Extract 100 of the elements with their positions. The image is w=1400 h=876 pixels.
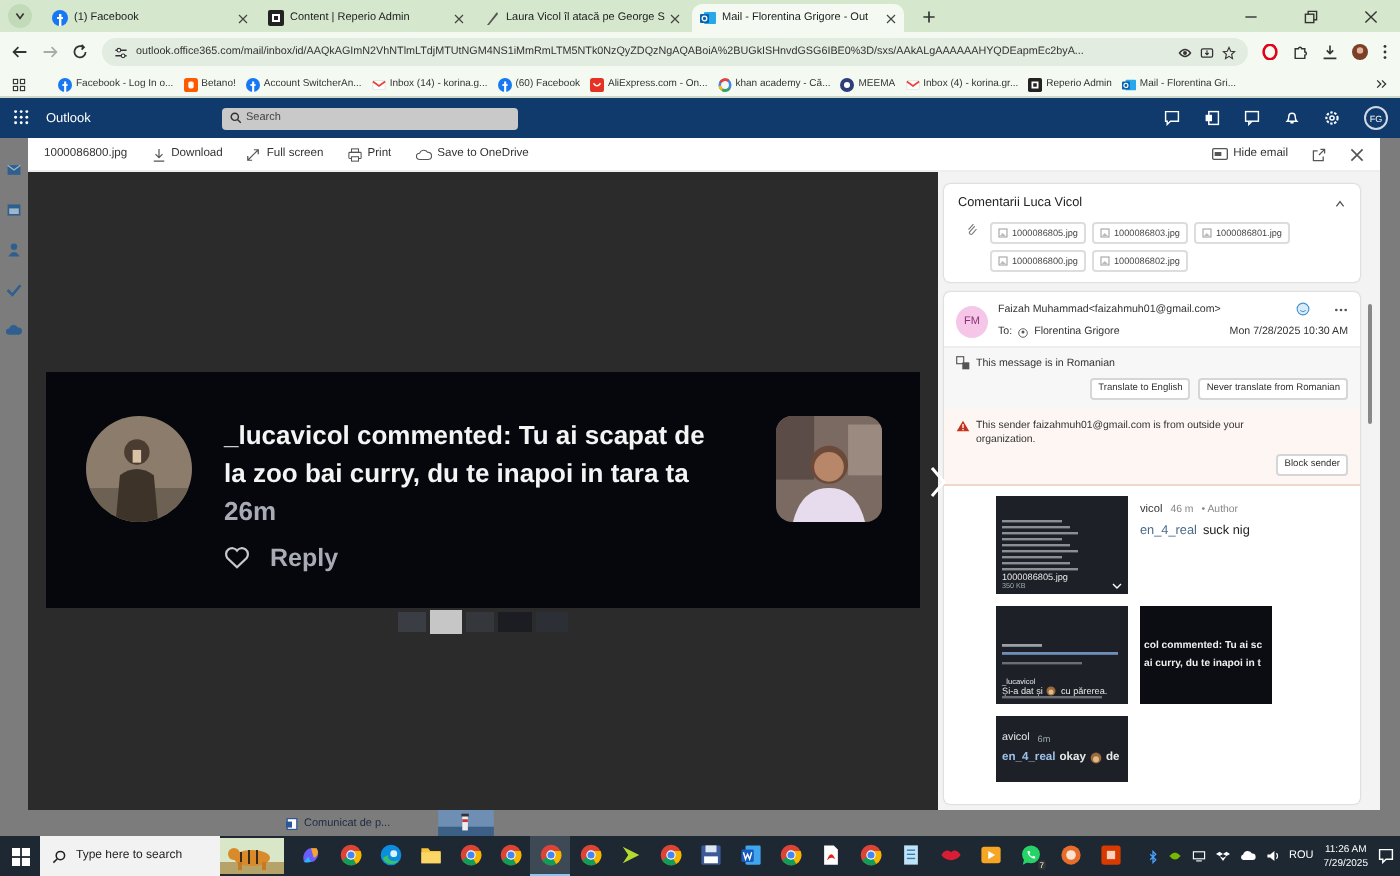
search-icon xyxy=(52,849,66,863)
next-image-button[interactable] xyxy=(928,466,948,498)
arrow-icon xyxy=(619,844,641,866)
windows-logo-icon xyxy=(11,847,29,865)
feedback-icon[interactable] xyxy=(1244,110,1260,126)
settings-icon[interactable] xyxy=(1324,110,1340,126)
dropbox-icon[interactable] xyxy=(1215,850,1230,862)
edge-icon xyxy=(379,844,401,866)
chat-icon[interactable] xyxy=(1164,110,1180,126)
install-app-icon[interactable] xyxy=(1200,45,1214,59)
network-icon[interactable] xyxy=(1191,850,1206,862)
image-file-icon xyxy=(1100,256,1110,266)
notepad-icon xyxy=(899,844,921,866)
pop-out-icon[interactable] xyxy=(1312,147,1326,161)
close-icon[interactable] xyxy=(238,13,248,23)
mail-envelope-icon xyxy=(905,77,920,91)
forward-arrow-icon xyxy=(42,44,58,60)
monkey-icon xyxy=(1046,686,1057,696)
word-doc-icon[interactable] xyxy=(1204,110,1220,126)
chrome-icon xyxy=(659,844,681,866)
profile-avatar-icon[interactable] xyxy=(1352,44,1368,60)
chrome-icon xyxy=(579,844,601,866)
close-icon[interactable] xyxy=(454,13,464,23)
close-icon[interactable] xyxy=(670,13,681,23)
search-icon xyxy=(230,112,242,124)
image-file-icon xyxy=(998,256,1008,266)
image-file-icon xyxy=(1100,228,1110,238)
back-arrow-icon xyxy=(12,44,28,60)
facebook-icon xyxy=(497,77,512,91)
site-settings-icon[interactable] xyxy=(114,45,128,59)
warning-icon xyxy=(956,420,970,432)
expand-icon xyxy=(246,147,261,161)
mail-icon[interactable] xyxy=(6,162,22,178)
monkey-icon xyxy=(1089,752,1102,764)
quill-icon xyxy=(484,10,500,26)
puzzle-icon[interactable] xyxy=(1292,44,1308,60)
google-icon xyxy=(717,77,732,91)
image-file-icon xyxy=(1202,228,1212,238)
apps-grid-icon[interactable] xyxy=(12,77,26,91)
volume-icon[interactable] xyxy=(1265,850,1280,862)
notifications-icon[interactable] xyxy=(1378,848,1394,864)
paperclip-icon xyxy=(966,222,978,236)
heart-icon[interactable] xyxy=(224,546,250,570)
opera-icon[interactable] xyxy=(1262,44,1278,60)
close-icon[interactable] xyxy=(886,13,896,23)
bluetooth-icon[interactable] xyxy=(1147,849,1158,863)
chevron-down-icon xyxy=(14,10,26,22)
more-menu-icon[interactable] xyxy=(1382,44,1388,60)
copilot-icon xyxy=(299,844,321,866)
check-icon[interactable] xyxy=(6,282,22,298)
reperio-icon xyxy=(1028,77,1043,91)
panel-icon xyxy=(1211,148,1228,160)
calendar-icon[interactable] xyxy=(6,202,22,218)
bell-icon[interactable] xyxy=(1284,110,1300,126)
nvidia-icon[interactable] xyxy=(1167,850,1182,862)
image-file-icon xyxy=(998,228,1008,238)
word-icon xyxy=(739,844,761,866)
star-icon[interactable] xyxy=(1222,45,1236,59)
eye-icon[interactable] xyxy=(1178,45,1192,59)
comment-text: _lucavicol commented: Tu ai scapat de la zoo bai curry, du te inapoi in tara ta xyxy=(224,418,707,492)
chrome-icon xyxy=(339,844,361,866)
thumbnail-strip-drawing[interactable] xyxy=(398,608,568,634)
facebook-icon xyxy=(52,10,68,26)
close-icon[interactable] xyxy=(1350,147,1364,161)
translate-icon xyxy=(956,356,970,370)
person-icon xyxy=(1018,327,1029,337)
facebook-icon xyxy=(245,77,260,91)
reply-link[interactable]: Reply xyxy=(270,544,339,572)
outlook-icon xyxy=(1121,77,1136,91)
more-bookmarks-icon[interactable] xyxy=(1376,78,1388,90)
text-lines-drawing xyxy=(1002,696,1102,700)
cloud-icon xyxy=(415,147,432,161)
chevron-down-icon[interactable] xyxy=(1112,582,1122,590)
collapse-icon[interactable] xyxy=(1334,197,1346,209)
reload-button[interactable] xyxy=(72,44,88,60)
office-icon xyxy=(1099,844,1121,866)
meema-icon xyxy=(840,77,855,91)
reload-icon xyxy=(72,44,88,60)
download-icon[interactable] xyxy=(1322,44,1338,60)
ring-icon xyxy=(1059,844,1081,866)
mail-envelope-icon xyxy=(371,77,386,91)
smiley-icon[interactable] xyxy=(1296,302,1310,316)
aliexpress-icon xyxy=(589,77,604,91)
chrome-icon xyxy=(779,844,801,866)
back-button[interactable] xyxy=(12,44,28,60)
onedrive-icon[interactable] xyxy=(1239,850,1256,862)
folder-icon xyxy=(419,844,441,866)
chrome-icon xyxy=(859,844,881,866)
restore-icon xyxy=(1303,9,1317,23)
text-lines-drawing xyxy=(1002,642,1118,670)
comment-time: 26m xyxy=(224,496,279,526)
download-icon xyxy=(151,147,166,161)
close-icon xyxy=(1363,9,1377,23)
app-launcher-icon[interactable] xyxy=(14,110,30,126)
outlook-icon xyxy=(700,10,716,26)
video-player-icon xyxy=(979,844,1001,866)
chrome-icon xyxy=(459,844,481,866)
whatsapp-icon xyxy=(1019,844,1041,866)
chrome-icon xyxy=(499,844,521,866)
tab-search-button[interactable] xyxy=(8,4,32,28)
